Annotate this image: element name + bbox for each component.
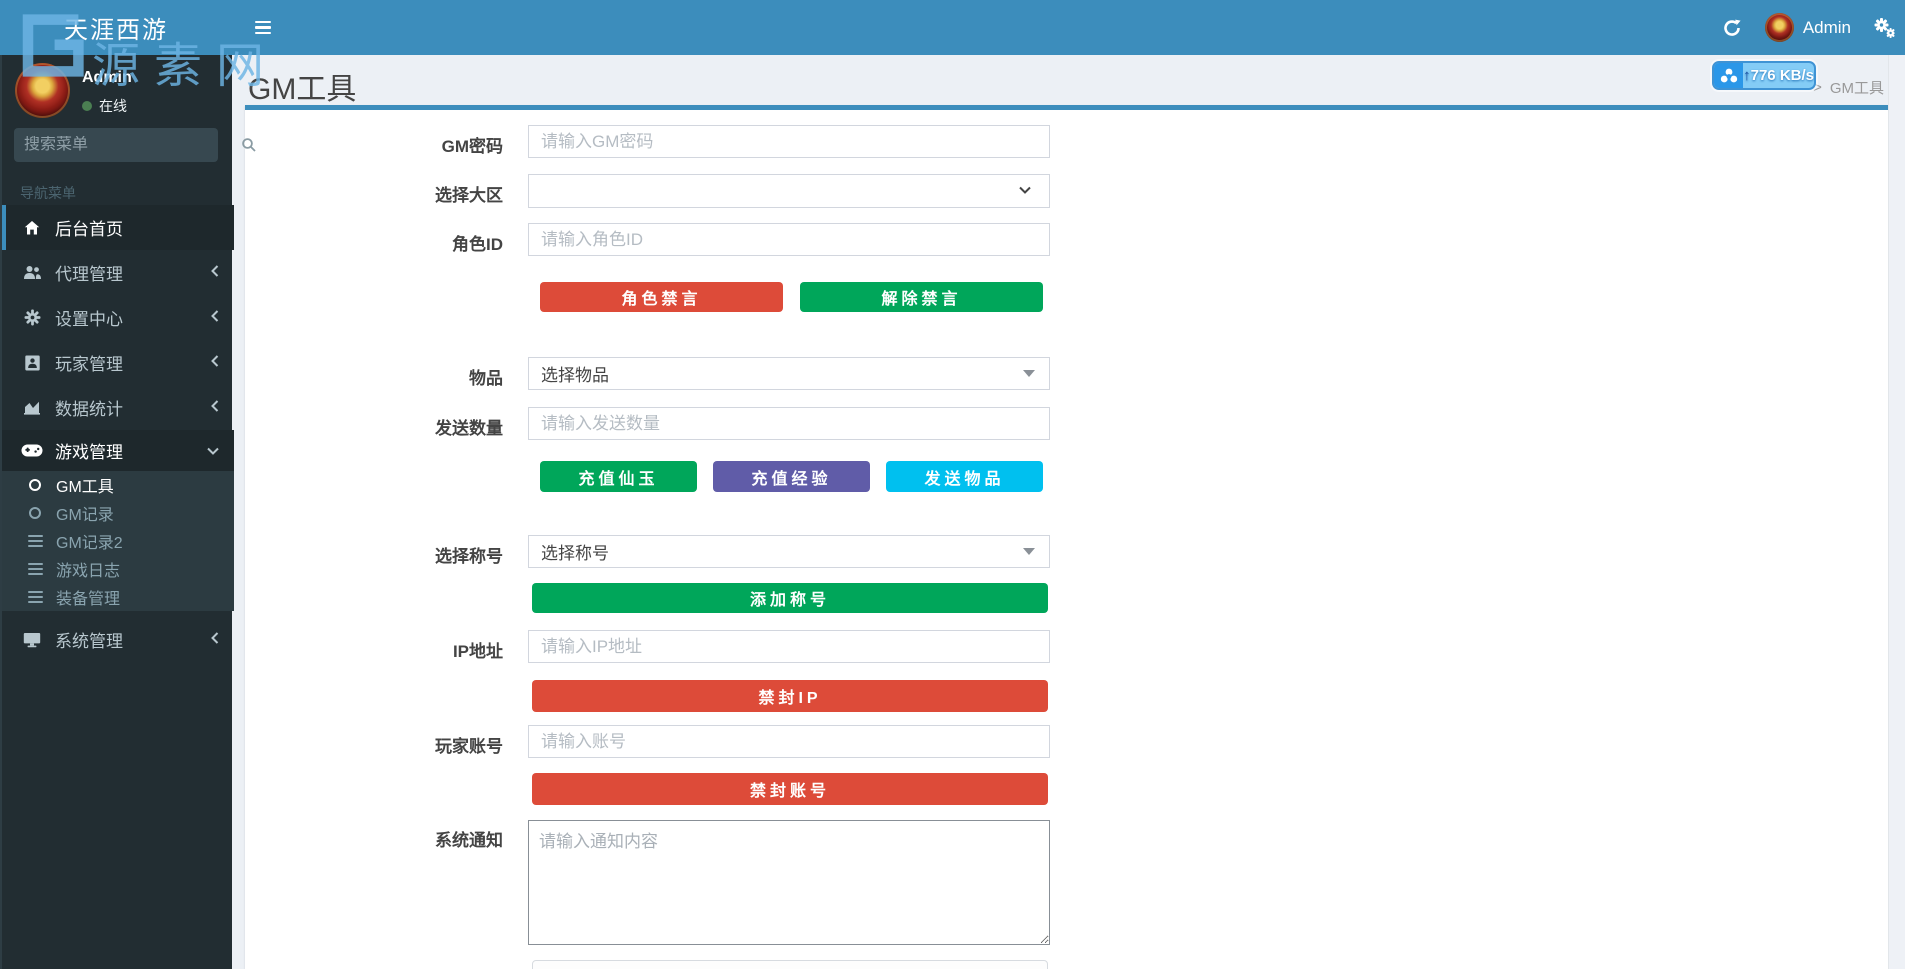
download-speed-badge[interactable]: ↑776 KB/s [1712, 61, 1816, 90]
sidebar-item-equipment[interactable]: 装备管理 [2, 583, 234, 611]
sidebar-item-game-management[interactable]: 游戏管理 [2, 430, 234, 471]
refresh-icon[interactable] [1721, 17, 1743, 39]
list-icon [26, 534, 44, 548]
breadcrumb: > GM工具 [1813, 77, 1884, 98]
recharge-jade-button[interactable]: 充值仙玉 [540, 461, 697, 492]
app-logo-title[interactable]: 天涯西游 [0, 0, 232, 55]
sidebar-item-gm-record[interactable]: GM记录 [2, 499, 234, 527]
account-input[interactable] [528, 725, 1050, 758]
gm-password-label: GM密码 [441, 137, 503, 156]
home-icon [22, 219, 42, 237]
dropdown-arrow-icon [1023, 370, 1035, 377]
chevron-left-icon [210, 630, 220, 650]
settings-gears-icon[interactable] [1873, 17, 1895, 39]
role-id-label: 角色ID [452, 235, 503, 254]
sidebar-menu: 后台首页 代理管理 设置中心 玩家管理 数据统计 游戏管理 GM工具 GM记录 … [2, 205, 234, 662]
sidebar-item-gm-record2[interactable]: GM记录2 [2, 527, 234, 555]
add-title-button[interactable]: 添加称号 [532, 583, 1048, 613]
sidebar-item-statistics[interactable]: 数据统计 [2, 385, 234, 430]
sidebar-item-gm-tool[interactable]: GM工具 [2, 471, 234, 499]
breadcrumb-current: GM工具 [1829, 80, 1884, 97]
ip-input[interactable] [528, 630, 1050, 663]
next-field-cutoff[interactable] [532, 960, 1048, 969]
sidebar-submenu-game: GM工具 GM记录 GM记录2 游戏日志 装备管理 [2, 471, 234, 611]
notice-textarea[interactable] [528, 820, 1050, 945]
sidebar-toggle-button[interactable] [240, 0, 286, 55]
top-navbar: 天涯西游 Admin [0, 0, 1905, 55]
chevron-left-icon [210, 308, 220, 328]
online-status-label: 在线 [99, 98, 127, 114]
unmute-role-button[interactable]: 解除禁言 [800, 282, 1043, 312]
chevron-left-icon [210, 263, 220, 283]
region-label: 选择大区 [435, 186, 503, 205]
list-icon [26, 562, 44, 576]
sidebar-search [14, 128, 256, 162]
notice-label: 系统通知 [435, 831, 503, 850]
id-card-icon [22, 354, 42, 372]
dropdown-arrow-icon [1023, 548, 1035, 555]
online-status-dot [82, 101, 92, 111]
ip-label: IP地址 [452, 642, 503, 661]
circle-icon [26, 479, 44, 491]
avatar [15, 63, 70, 118]
sidebar-item-game-log[interactable]: 游戏日志 [2, 555, 234, 583]
cloud-trefoil-icon [1714, 63, 1744, 88]
gamepad-icon [21, 442, 43, 460]
sidebar-item-agents[interactable]: 代理管理 [2, 250, 234, 295]
send-count-input[interactable] [528, 407, 1050, 440]
ban-ip-button[interactable]: 禁封IP [532, 680, 1048, 712]
sidebar-item-players[interactable]: 玩家管理 [2, 340, 234, 385]
avatar [1764, 13, 1794, 42]
item-label: 物品 [469, 369, 503, 388]
gears-icon [22, 309, 42, 327]
page-scrollbar[interactable] [1888, 55, 1905, 969]
desktop-icon [22, 631, 42, 649]
speed-text: ↑776 KB/s [1743, 67, 1814, 84]
search-icon[interactable] [241, 137, 257, 153]
chevron-left-icon [210, 353, 220, 373]
page-title: GM工具 [248, 73, 357, 106]
circle-icon [26, 507, 44, 519]
ban-account-button[interactable]: 禁封账号 [532, 773, 1048, 805]
chevron-down-icon [206, 441, 220, 461]
sidebar-item-home[interactable]: 后台首页 [2, 205, 234, 250]
recharge-exp-button[interactable]: 充值经验 [713, 461, 870, 492]
main-content: GM工具 ↑776 KB/s > GM工具 GM密码 选择大区 角色ID 角色禁… [232, 55, 1888, 969]
sidebar-item-settings[interactable]: 设置中心 [2, 295, 234, 340]
app-title: 天涯西游 [64, 17, 168, 44]
chevron-left-icon [210, 398, 220, 418]
sidebar: Admin 在线 导航菜单 后台首页 [0, 55, 256, 969]
region-select[interactable] [528, 174, 1050, 208]
account-label: 玩家账号 [435, 737, 503, 756]
sidebar-username: Admin [82, 69, 132, 86]
sidebar-section-label: 导航菜单 [20, 185, 76, 201]
send-count-label: 发送数量 [435, 419, 503, 438]
gm-tool-panel: GM密码 选择大区 角色ID 角色禁言 解除禁言 物品 选择物品 发送数量 充值… [245, 105, 1888, 969]
list-icon [26, 590, 44, 604]
user-menu[interactable]: Admin [1764, 13, 1851, 42]
title-select[interactable]: 选择称号 [528, 535, 1050, 568]
gm-password-input[interactable] [528, 125, 1050, 158]
item-select[interactable]: 选择物品 [528, 357, 1050, 390]
navbar-username: Admin [1802, 17, 1851, 37]
sidebar-user-panel: Admin 在线 [15, 63, 132, 118]
send-item-button[interactable]: 发送物品 [886, 461, 1043, 492]
sidebar-item-system[interactable]: 系统管理 [2, 617, 234, 662]
chart-icon [22, 399, 42, 417]
title-select-label: 选择称号 [435, 547, 503, 566]
role-id-input[interactable] [528, 223, 1050, 256]
users-icon [22, 264, 42, 282]
mute-role-button[interactable]: 角色禁言 [540, 282, 783, 312]
search-input[interactable] [14, 136, 241, 154]
